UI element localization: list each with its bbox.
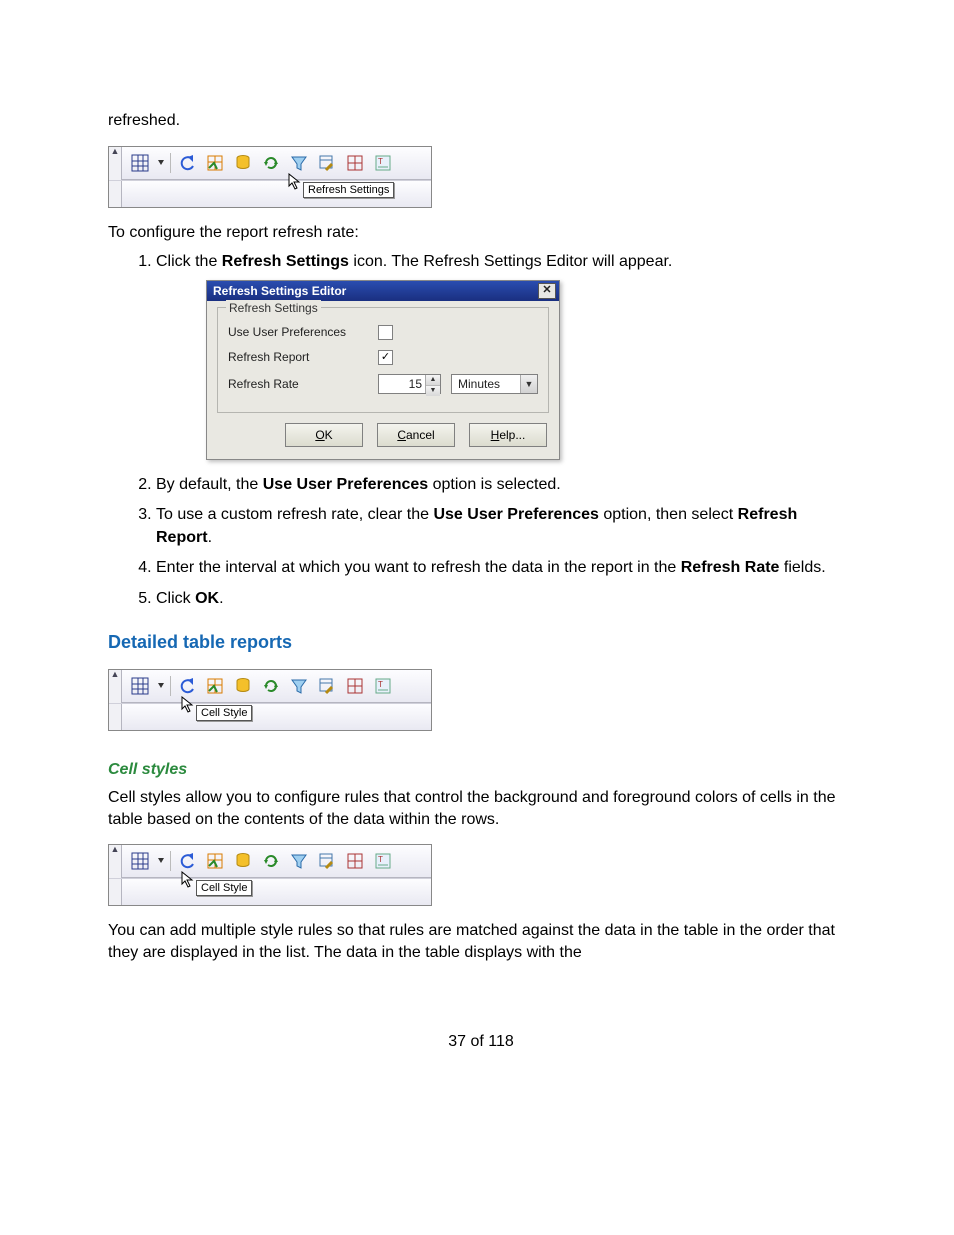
step-4: Enter the interval at which you want to … xyxy=(156,557,854,579)
svg-text:T: T xyxy=(378,680,383,689)
text-template-icon: T xyxy=(371,674,395,698)
step-1: Click the Refresh Settings icon. The Ref… xyxy=(156,251,854,460)
final-para: You can add multiple style rules so that… xyxy=(108,920,854,963)
refresh-rate-spinner[interactable]: 15 ▲▼ xyxy=(378,374,441,394)
section-detailed-table-reports: Detailed table reports xyxy=(108,632,854,653)
filter-icon xyxy=(287,674,311,698)
refresh-rate-unit-value: Minutes xyxy=(452,375,520,393)
toolbar-refresh-settings-figure: ▲ T Refresh Settings xyxy=(108,146,432,208)
toolbar-handle: ▲ xyxy=(109,670,122,703)
table-icon xyxy=(128,849,152,873)
cursor-icon xyxy=(180,871,196,889)
cell-style-icon xyxy=(203,849,227,873)
tooltip-refresh-settings: Refresh Settings xyxy=(303,182,394,198)
refresh-rate-unit-combo[interactable]: Minutes ▼ xyxy=(451,374,538,394)
spinner-up-icon[interactable]: ▲ xyxy=(426,375,440,386)
spinner-down-icon[interactable]: ▼ xyxy=(426,386,440,396)
dialog-titlebar: Refresh Settings Editor ✕ xyxy=(207,281,559,302)
refresh-settings-group: Refresh Settings Use User Preferences Re… xyxy=(217,307,549,413)
scheduled-report-icon xyxy=(315,151,339,175)
refresh-settings-icon xyxy=(259,674,283,698)
help-button[interactable]: Help... xyxy=(469,423,547,447)
refresh-report-label: Refresh Report xyxy=(228,349,368,366)
separator xyxy=(170,153,171,173)
cell-styles-para: Cell styles allow you to configure rules… xyxy=(108,787,854,830)
steps-list: Click the Refresh Settings icon. The Ref… xyxy=(108,251,854,610)
text-template-icon: T xyxy=(371,151,395,175)
separator xyxy=(170,851,171,871)
svg-text:T: T xyxy=(378,855,383,864)
dropdown-arrow-icon xyxy=(156,151,166,175)
close-button[interactable]: ✕ xyxy=(538,283,556,299)
group-legend: Refresh Settings xyxy=(226,300,321,317)
ok-button[interactable]: OK xyxy=(285,423,363,447)
toolbar-cell-style-figure-2: ▲ T Cell Style xyxy=(108,844,432,906)
toolbar-handle: ▲ xyxy=(109,147,122,180)
database-icon xyxy=(231,849,255,873)
scheduled-report-icon xyxy=(315,849,339,873)
svg-text:T: T xyxy=(378,157,383,166)
refresh-rate-label: Refresh Rate xyxy=(228,376,358,393)
use-user-preferences-label: Use User Preferences xyxy=(228,324,368,341)
intro-tail: refreshed. xyxy=(108,110,854,132)
undo-icon xyxy=(175,151,199,175)
chevron-down-icon: ▼ xyxy=(520,375,537,393)
undo-icon xyxy=(175,849,199,873)
filter-icon xyxy=(287,151,311,175)
use-user-preferences-checkbox[interactable] xyxy=(378,325,393,340)
toolbar-handle: ▲ xyxy=(109,845,122,878)
page-footer: 37 of 118 xyxy=(108,1033,854,1051)
dialog-title: Refresh Settings Editor xyxy=(213,283,346,300)
text-template-icon: T xyxy=(371,849,395,873)
step-5: Click OK. xyxy=(156,588,854,610)
database-icon xyxy=(231,674,255,698)
toolbar-cell-style-figure-1: ▲ T Cell Style xyxy=(108,669,432,731)
undo-icon xyxy=(175,674,199,698)
grid-styled-icon xyxy=(343,849,367,873)
refresh-rate-value: 15 xyxy=(379,375,425,393)
cell-style-icon xyxy=(203,151,227,175)
dropdown-arrow-icon xyxy=(156,674,166,698)
cursor-icon xyxy=(287,173,303,191)
table-icon xyxy=(128,151,152,175)
grid-styled-icon xyxy=(343,674,367,698)
table-icon xyxy=(128,674,152,698)
close-icon: ✕ xyxy=(542,285,551,296)
configure-intro: To configure the report refresh rate: xyxy=(108,222,854,244)
scheduled-report-icon xyxy=(315,674,339,698)
tooltip-cell-style: Cell Style xyxy=(196,705,252,721)
database-icon xyxy=(231,151,255,175)
cell-style-icon xyxy=(203,674,227,698)
separator xyxy=(170,676,171,696)
dropdown-arrow-icon xyxy=(156,849,166,873)
refresh-settings-editor-dialog: Refresh Settings Editor ✕ Refresh Settin… xyxy=(206,280,560,460)
cursor-icon xyxy=(180,696,196,714)
refresh-report-checkbox[interactable]: ✓ xyxy=(378,350,393,365)
step-2: By default, the Use User Preferences opt… xyxy=(156,474,854,496)
refresh-settings-icon xyxy=(259,151,283,175)
subsection-cell-styles: Cell styles xyxy=(108,761,854,779)
refresh-settings-icon xyxy=(259,849,283,873)
cancel-button[interactable]: Cancel xyxy=(377,423,455,447)
filter-icon xyxy=(287,849,311,873)
step-3: To use a custom refresh rate, clear the … xyxy=(156,504,854,549)
grid-styled-icon xyxy=(343,151,367,175)
tooltip-cell-style: Cell Style xyxy=(196,880,252,896)
